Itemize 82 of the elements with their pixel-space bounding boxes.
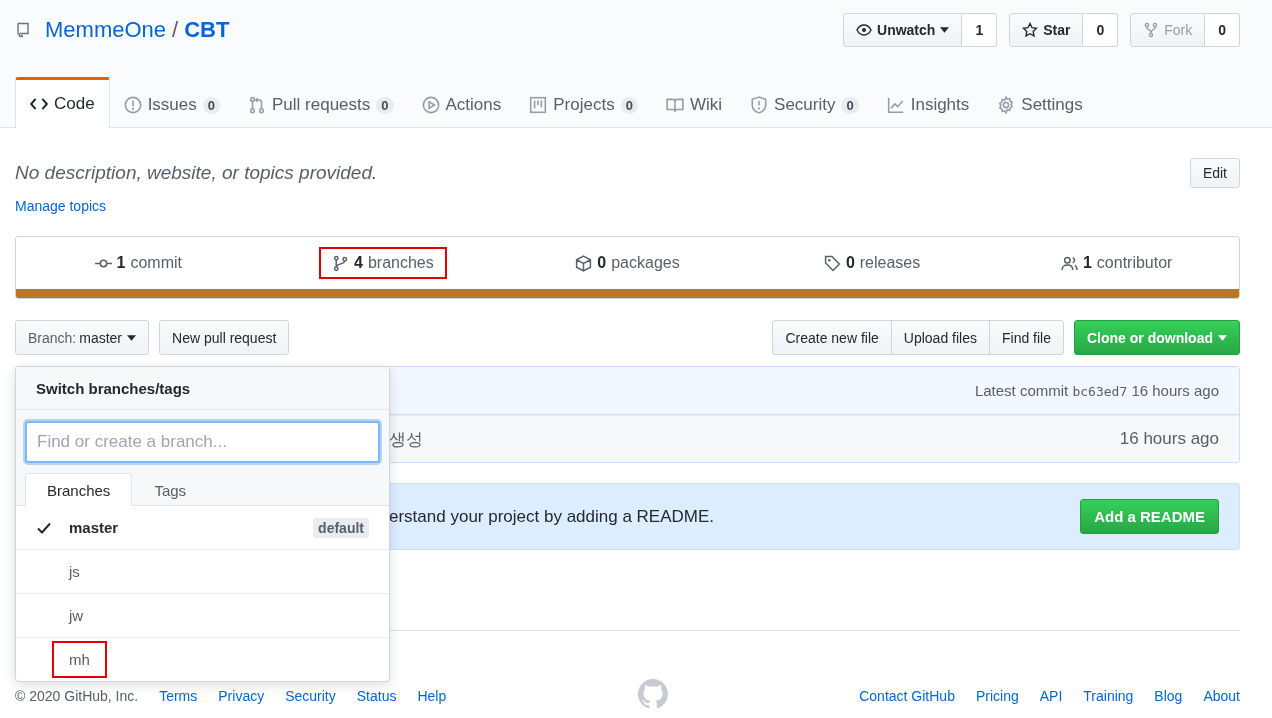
gear-icon <box>997 96 1016 114</box>
caret-icon <box>127 334 137 341</box>
repo-tab[interactable]: Actions <box>407 81 516 128</box>
count-badge: 0 <box>202 96 220 114</box>
exclamation-circle-icon <box>123 96 142 114</box>
repo-tab[interactable]: Security 0 <box>736 81 873 128</box>
package-count-link[interactable]: 0 packages <box>562 247 693 279</box>
repo-owner-link[interactable]: MemmeOne <box>45 17 167 43</box>
watch-count[interactable]: 1 <box>962 13 998 47</box>
tag-icon <box>823 254 841 272</box>
footer-link[interactable]: API <box>1039 687 1063 704</box>
footer-link[interactable]: Help <box>417 687 447 704</box>
repo-description: No description, website, or topics provided. <box>15 162 378 184</box>
branch-name: mh <box>52 641 107 678</box>
file-action-button[interactable]: Find file <box>988 320 1064 355</box>
branch-name: jw <box>67 606 85 626</box>
dropdown-tab[interactable]: Branches <box>25 473 133 506</box>
repo-tab[interactable]: Code <box>15 77 110 128</box>
footer-link[interactable]: Privacy <box>218 687 265 704</box>
dropdown-title: Switch branches/tags <box>16 367 389 410</box>
commit-count-link[interactable]: 1 commit <box>81 247 196 279</box>
footer-link[interactable]: Pricing <box>975 687 1019 704</box>
readme-message: erstand your project by adding a README. <box>389 506 715 527</box>
open-book-icon <box>665 96 684 114</box>
file-action-button[interactable]: Upload files <box>890 320 990 355</box>
branch-filter-field[interactable]: Find or create a branch... <box>25 421 380 463</box>
star-icon <box>1022 22 1039 38</box>
repo-tab[interactable]: Issues 0 <box>109 81 234 128</box>
tag-count-link[interactable]: 0 releases <box>810 247 934 279</box>
count-badge: 0 <box>841 96 859 114</box>
footer-link[interactable]: Training <box>1083 687 1134 704</box>
repo-tab[interactable]: Pull requests 0 <box>234 81 408 128</box>
pull-request-icon <box>248 96 266 114</box>
board-icon <box>529 96 548 114</box>
default-label: default <box>313 517 369 538</box>
count-badge: 0 <box>376 96 394 114</box>
branch-item[interactable]: mh <box>16 637 389 681</box>
footer-link[interactable]: Terms <box>159 687 198 704</box>
footer-link[interactable]: About <box>1203 687 1240 704</box>
branch-icon <box>332 254 349 272</box>
line-graph-icon <box>886 96 905 114</box>
people-icon <box>1060 254 1078 272</box>
repo-tab[interactable]: Wiki <box>651 81 737 128</box>
branch-item[interactable]: master default <box>16 506 389 549</box>
footer-link[interactable]: Status <box>356 687 397 704</box>
footer-link[interactable]: Security <box>285 687 336 704</box>
star-button[interactable]: Star <box>1009 13 1084 47</box>
branch-name: master <box>68 518 120 538</box>
repo-tab[interactable]: Settings <box>983 81 1097 128</box>
commit-message: 생성 <box>389 428 423 451</box>
shield-icon <box>750 96 769 114</box>
commit-time: 16 hours ago <box>1119 429 1219 449</box>
caret-icon <box>940 27 950 33</box>
copyright: © 2020 GitHub, Inc. <box>15 687 139 704</box>
branch-item[interactable]: jw <box>16 593 389 637</box>
play-circle-icon <box>421 96 440 114</box>
repo-tab[interactable]: Insights <box>872 81 984 128</box>
manage-topics-link[interactable]: Manage topics <box>15 198 107 214</box>
edit-button[interactable]: Edit <box>1189 158 1240 188</box>
path-separator: / <box>172 17 179 43</box>
branch-count-link[interactable]: 4 branches <box>319 247 447 279</box>
cube-icon <box>575 254 593 272</box>
new-pull-request-button[interactable]: New pull request <box>159 320 290 355</box>
count-badge: 0 <box>620 96 638 114</box>
branch-name: js <box>67 562 81 582</box>
footer-link[interactable]: Contact GitHub <box>859 687 955 704</box>
people-count-link[interactable]: 1 contributor <box>1047 247 1186 279</box>
eye-icon <box>856 22 873 38</box>
fork-icon <box>1143 22 1160 38</box>
branch-select-button[interactable]: Branch: master <box>15 320 150 355</box>
repo-tab[interactable]: Projects 0 <box>515 81 652 128</box>
star-count[interactable]: 0 <box>1083 13 1119 47</box>
octocat-logo-icon <box>637 679 668 709</box>
watch-button[interactable]: Unwatch <box>843 13 963 47</box>
branch-item[interactable]: js <box>16 549 389 593</box>
latest-commit-info: Latest commit bc63ed7 16 hours ago <box>974 382 1219 399</box>
file-action-button[interactable]: Create new file <box>772 320 892 355</box>
caret-icon <box>1218 334 1227 341</box>
book-icon <box>15 21 31 39</box>
dropdown-tab[interactable]: Tags <box>132 473 209 506</box>
footer-link[interactable]: Blog <box>1154 687 1183 704</box>
repo-name-link[interactable]: CBT <box>184 17 230 43</box>
